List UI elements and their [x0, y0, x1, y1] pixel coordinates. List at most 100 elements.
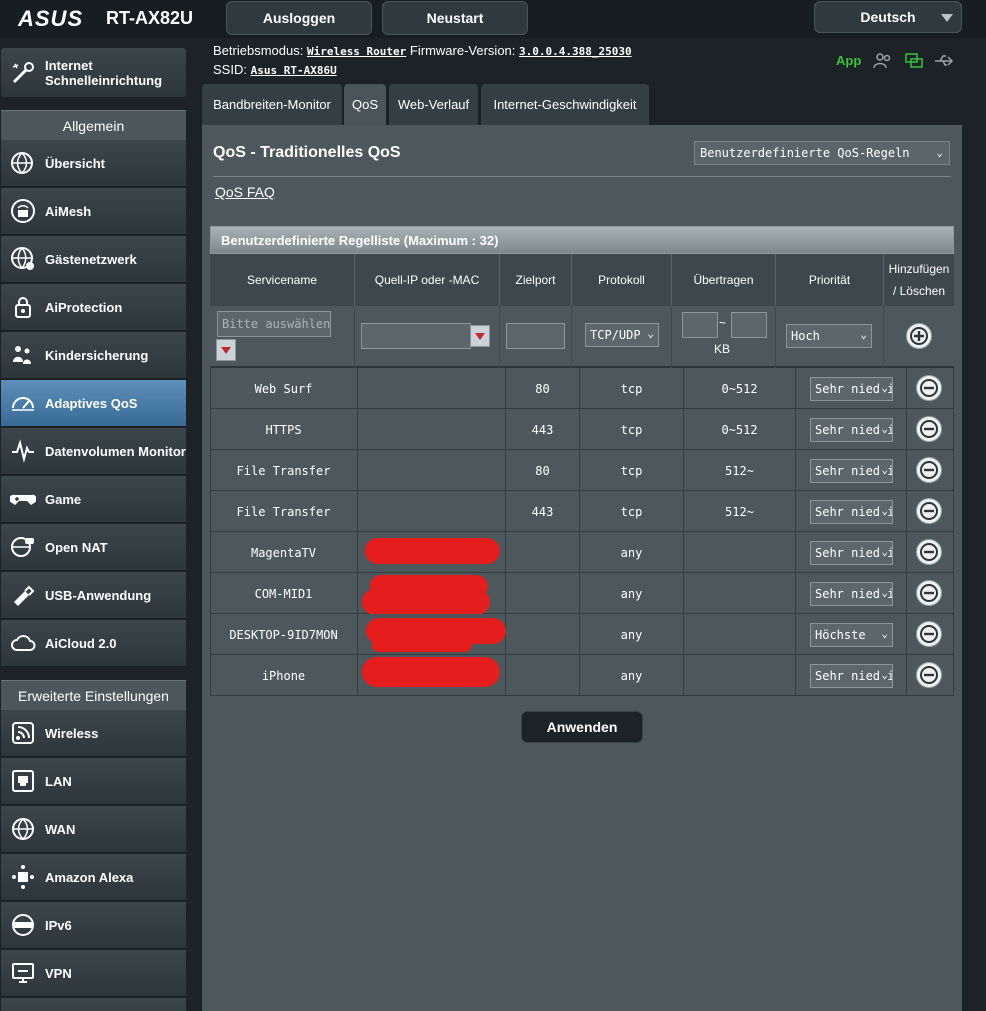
sidebar-item-wireless[interactable]: Wireless — [1, 710, 186, 757]
firmware-link[interactable]: 3.0.0.4.388_25030 — [519, 45, 632, 58]
globe-icon — [7, 813, 39, 845]
globe-gamepad-icon — [7, 531, 39, 563]
sidebar-item-ipv6[interactable]: IPv6 — [1, 902, 186, 949]
lock-shield-icon — [7, 291, 39, 323]
rule-priority-select[interactable]: Sehr niedrig⌄ — [810, 500, 893, 524]
sidebar-item-adaptive-qos[interactable]: Adaptives QoS — [1, 380, 186, 427]
sidebar-item-wan[interactable]: WAN — [1, 806, 186, 853]
tab-web-history[interactable]: Web-Verlauf — [389, 84, 478, 125]
rule-protocol: tcp — [580, 491, 684, 532]
clients-icon[interactable] — [873, 52, 893, 70]
rule-source — [358, 491, 506, 532]
delete-rule-button[interactable] — [916, 416, 942, 442]
rule-delete-cell — [907, 409, 954, 450]
rule-priority-select[interactable]: Sehr niedrig⌄ — [810, 664, 893, 688]
minus-icon — [920, 543, 938, 561]
sidebar-item-label: Übersicht — [45, 155, 105, 171]
qos-panel: QoS - Traditionelles QoS Benutzerdefinie… — [202, 125, 962, 1011]
service-cell: Bitte auswählen — [210, 306, 355, 368]
network-status-icon[interactable] — [904, 52, 924, 70]
service-name-input[interactable]: Bitte auswählen — [217, 311, 331, 337]
delete-rule-button[interactable] — [916, 498, 942, 524]
tab-qos[interactable]: QoS — [344, 84, 386, 125]
rule-service-name: iPhone — [210, 655, 358, 696]
tab-bandwidth-monitor[interactable]: Bandbreiten-Monitor — [202, 84, 342, 125]
column-header-protocol: Protokoll — [572, 254, 672, 306]
delete-rule-button[interactable] — [916, 539, 942, 565]
protocol-value: TCP/UDP — [590, 328, 641, 342]
rule-delete-cell — [907, 532, 954, 573]
qos-mode-select[interactable]: Benutzerdefinierte QoS-Regeln ⌄ — [694, 141, 950, 165]
delete-rule-button[interactable] — [916, 457, 942, 483]
sidebar-item-open-nat[interactable]: Open NAT — [1, 524, 186, 571]
sidebar-item-aicloud[interactable]: AiCloud 2.0 — [1, 620, 186, 667]
sidebar-item-game[interactable]: Game — [1, 476, 186, 523]
sidebar-item-aiprotection[interactable]: AiProtection — [1, 284, 186, 331]
operation-mode-link[interactable]: Wireless Router — [307, 45, 406, 58]
sidebar-item-lan[interactable]: LAN — [1, 758, 186, 805]
transfer-to-input[interactable] — [731, 312, 767, 338]
protocol-select[interactable]: TCP/UDP ⌄ — [585, 323, 659, 347]
sidebar-item-guest-network[interactable]: Gästenetzwerk — [1, 236, 186, 283]
rule-protocol: any — [580, 573, 684, 614]
sidebar-item-aimesh[interactable]: AiMesh — [1, 188, 186, 235]
rule-service-name: File Transfer — [210, 491, 358, 532]
rule-service-name: HTTPS — [210, 409, 358, 450]
rule-priority-select[interactable]: Sehr niedrig⌄ — [810, 541, 893, 565]
usb-status-icon[interactable] — [934, 52, 954, 70]
source-ip-input[interactable] — [361, 323, 471, 349]
sidebar-item-label: AiCloud 2.0 — [45, 635, 117, 651]
sidebar-item-more[interactable] — [1, 998, 186, 1011]
apply-button[interactable]: Anwenden — [521, 711, 643, 743]
delete-rule-button[interactable] — [916, 375, 942, 401]
minus-icon — [920, 502, 938, 520]
sidebar-section-general: Allgemein — [1, 110, 186, 140]
rule-source — [358, 368, 506, 409]
tab-internet-speed[interactable]: Internet-Geschwindigkeit — [481, 84, 649, 125]
transfer-from-input[interactable] — [682, 312, 718, 338]
sidebar-item-overview[interactable]: Übersicht — [1, 140, 186, 187]
language-select[interactable]: Deutsch — [814, 1, 962, 33]
ethernet-port-icon — [7, 765, 39, 797]
sidebar-item-quick-setup[interactable]: Internet Schnelleinrichtung — [1, 48, 186, 98]
rule-priority-select[interactable]: Sehr niedrig⌄ — [810, 582, 893, 606]
logout-button[interactable]: Ausloggen — [226, 1, 372, 35]
sidebar-item-alexa[interactable]: Amazon Alexa — [1, 854, 186, 901]
sidebar-item-parental-control[interactable]: Kindersicherung — [1, 332, 186, 379]
rule-priority-select[interactable]: Höchste ⌄ — [810, 623, 893, 647]
app-link[interactable]: App — [836, 53, 861, 68]
port-input[interactable] — [506, 323, 565, 349]
source-dropdown-button[interactable] — [470, 325, 490, 347]
restart-button[interactable]: Neustart — [382, 1, 528, 35]
delete-rule-button[interactable] — [916, 662, 942, 688]
minus-icon — [920, 666, 938, 684]
qos-faq-link[interactable]: QoS FAQ — [215, 184, 275, 200]
delete-rule-button[interactable] — [916, 621, 942, 647]
ssid-link[interactable]: Asus RT-AX86U — [251, 64, 337, 77]
sidebar-item-vpn[interactable]: VPN — [1, 950, 186, 997]
rule-port — [506, 532, 580, 573]
sidebar-item-traffic-monitor[interactable]: Datenvolumen Monitor — [1, 428, 186, 475]
rule-protocol: tcp — [580, 409, 684, 450]
chevron-down-icon: ⌄ — [879, 627, 888, 640]
chevron-down-icon: ⌄ — [879, 668, 888, 681]
table-row: COM-MID1BanySehr niedrig⌄ — [210, 573, 954, 615]
table-row: MagentaTV any Sehr niedrig⌄ — [210, 532, 954, 573]
delete-rule-button[interactable] — [916, 580, 942, 606]
minus-icon — [920, 379, 938, 397]
priority-select[interactable]: Hoch ⌄ — [786, 324, 872, 348]
rule-priority-select[interactable]: Sehr niedrig⌄ — [810, 418, 893, 442]
rule-transfer — [684, 655, 796, 696]
table-row: Web Surf 80tcp0~512 Sehr niedrig⌄ — [210, 368, 954, 409]
family-icon — [7, 339, 39, 371]
mode-label: Betriebsmodus: — [213, 43, 304, 58]
table-row: File Transfer 80tcp512~ Sehr niedrig⌄ — [210, 450, 954, 491]
rule-priority-select[interactable]: Sehr niedrig⌄ — [810, 459, 893, 483]
smart-home-icon — [7, 861, 39, 893]
add-rule-button[interactable] — [906, 323, 932, 349]
rule-priority-select[interactable]: Sehr niedrig⌄ — [810, 377, 893, 401]
rule-port — [506, 655, 580, 696]
transfer-unit: KB — [714, 342, 731, 356]
service-dropdown-button[interactable] — [216, 339, 236, 361]
sidebar-item-usb-app[interactable]: USB-Anwendung — [1, 572, 186, 619]
